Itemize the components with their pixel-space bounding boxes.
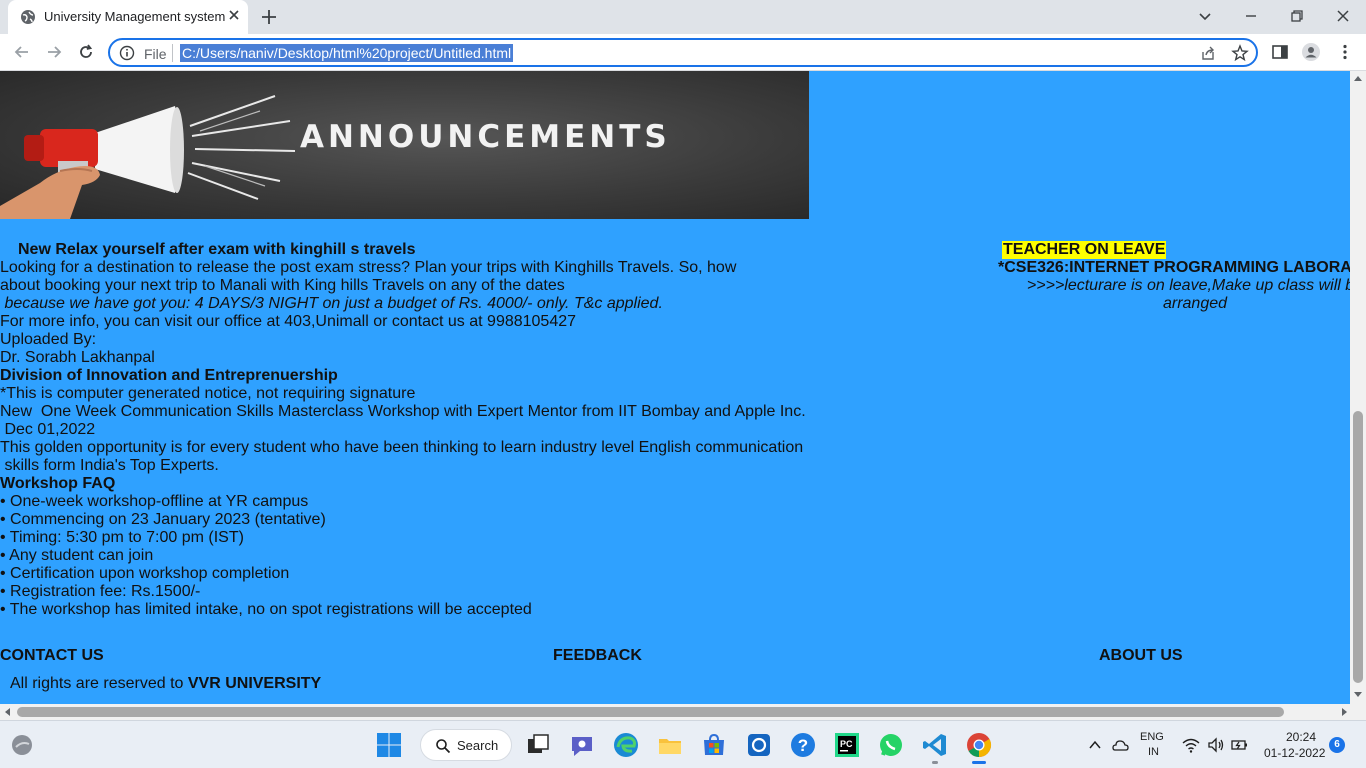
- notice-line: This golden opportunity is for every stu…: [0, 439, 804, 456]
- back-arrow-icon[interactable]: [12, 42, 32, 62]
- clock-date[interactable]: 01-12-2022: [1264, 746, 1325, 760]
- weather-widget-icon[interactable]: [8, 731, 36, 759]
- windows-start-icon[interactable]: [375, 731, 403, 759]
- feedback-link[interactable]: FEEDBACK: [553, 647, 642, 665]
- pycharm-icon[interactable]: PC: [833, 731, 861, 759]
- faq-item: • The workshop has limited intake, no on…: [0, 601, 532, 618]
- notice-line: *This is computer generated notice, not …: [0, 385, 416, 402]
- vscode-icon[interactable]: [921, 731, 949, 759]
- more-menu-icon[interactable]: [1335, 42, 1355, 62]
- bookmark-star-icon[interactable]: [1231, 44, 1249, 62]
- show-hidden-icons-chevron-icon[interactable]: [1088, 738, 1102, 752]
- browser-titlebar: University Management system: [0, 0, 1366, 34]
- language-indicator[interactable]: ENG: [1140, 731, 1164, 743]
- vertical-scrollbar[interactable]: [1350, 71, 1366, 704]
- faq-item: • Registration fee: Rs.1500/-: [0, 583, 201, 600]
- copyright-text: All rights are reserved to VVR UNIVERSIT…: [10, 675, 321, 693]
- url-scheme-label: File: [144, 46, 167, 62]
- notice-line: skills form India's Top Experts.: [0, 457, 219, 474]
- omnibox-divider: [172, 44, 173, 62]
- faq-item: • Certification upon workshop completion: [0, 565, 290, 582]
- onedrive-cloud-icon[interactable]: [1111, 738, 1129, 752]
- volume-icon[interactable]: [1207, 737, 1225, 753]
- notice-line: For more info, you can visit our office …: [0, 313, 577, 330]
- faq-item: • Timing: 5:30 pm to 7:00 pm (IST): [0, 529, 244, 546]
- vertical-scroll-thumb[interactable]: [1353, 411, 1363, 683]
- vscode-running-indicator: [932, 761, 938, 764]
- faq-item: • Commencing on 23 January 2023 (tentati…: [0, 511, 326, 528]
- svg-text:PC: PC: [840, 739, 853, 749]
- notice-line: about booking your next trip to Manali w…: [0, 277, 565, 294]
- task-view-icon[interactable]: [524, 731, 552, 759]
- minimize-icon[interactable]: [1241, 6, 1261, 26]
- contact-us-link[interactable]: CONTACT US: [0, 647, 104, 665]
- faq-heading: Workshop FAQ: [0, 475, 116, 492]
- globe-icon: [21, 10, 35, 24]
- faq-item: • One-week workshop-offline at YR campus: [0, 493, 309, 510]
- profile-avatar-icon[interactable]: [1301, 42, 1321, 62]
- travel-headline: New Relax yourself after exam with kingh…: [18, 241, 416, 258]
- about-us-link[interactable]: ABOUT US: [1099, 647, 1183, 665]
- restore-icon[interactable]: [1287, 6, 1307, 26]
- windows-taskbar: Search ? PC ENG IN 20:24 01-12-2022 6: [0, 720, 1366, 768]
- svg-text:?: ?: [798, 736, 808, 755]
- notice-line: Looking for a destination to release the…: [0, 259, 737, 276]
- scroll-left-arrow-icon[interactable]: [4, 708, 12, 716]
- faq-item: • Any student can join: [0, 547, 154, 564]
- close-tab-icon[interactable]: [226, 7, 242, 23]
- scroll-down-arrow-icon[interactable]: [1354, 690, 1362, 698]
- workshop-headline: New One Week Communication Skills Master…: [0, 403, 806, 420]
- battery-icon[interactable]: [1231, 738, 1249, 752]
- tab-title: University Management system: [44, 9, 226, 24]
- edge-browser-icon[interactable]: [612, 731, 640, 759]
- share-icon[interactable]: [1200, 45, 1216, 61]
- help-app-icon[interactable]: ?: [789, 731, 817, 759]
- wifi-icon[interactable]: [1182, 737, 1200, 753]
- banner-title: ANNOUNCEMENTS: [300, 119, 671, 155]
- chat-app-icon[interactable]: [568, 731, 596, 759]
- microsoft-store-icon[interactable]: [700, 731, 728, 759]
- browser-tab[interactable]: University Management system: [8, 0, 248, 34]
- horizontal-scrollbar[interactable]: [0, 704, 1366, 720]
- notice-line: because we have got you: 4 DAYS/3 NIGHT …: [0, 295, 663, 312]
- taskbar-search[interactable]: Search: [420, 729, 512, 761]
- chrome-active-indicator: [972, 761, 986, 764]
- copyright-prefix: All rights are reserved to: [10, 675, 188, 692]
- notice-line: Dr. Sorabh Lakhanpal: [0, 349, 155, 366]
- leave-course: *CSE326:INTERNET PROGRAMMING LABORA: [998, 259, 1350, 276]
- side-panel-icon[interactable]: [1270, 42, 1290, 62]
- close-window-icon[interactable]: [1333, 6, 1353, 26]
- reload-icon[interactable]: [76, 42, 96, 62]
- whatsapp-icon[interactable]: [877, 731, 905, 759]
- division-heading: Division of Innovation and Entreprenuers…: [0, 367, 338, 384]
- region-indicator: IN: [1148, 746, 1159, 758]
- chrome-browser-icon[interactable]: [965, 731, 993, 759]
- address-bar[interactable]: File C:/Users/naniv/Desktop/html%20proje…: [108, 38, 1258, 67]
- notice-line: Uploaded By:: [0, 331, 97, 348]
- university-name: VVR UNIVERSITY: [187, 675, 322, 692]
- camera-app-icon[interactable]: [745, 731, 773, 759]
- notification-badge[interactable]: 6: [1329, 737, 1345, 753]
- url-text[interactable]: C:/Users/naniv/Desktop/html%20project/Un…: [180, 44, 514, 62]
- scroll-right-arrow-icon[interactable]: [1340, 708, 1348, 716]
- file-explorer-icon[interactable]: [656, 731, 684, 759]
- search-label: Search: [457, 738, 499, 753]
- leave-message: >>>>lecturare is on leave,Make up class …: [1026, 277, 1350, 312]
- tab-search-chevron-icon[interactable]: [1195, 6, 1215, 26]
- horizontal-scroll-thumb[interactable]: [17, 707, 1284, 717]
- teacher-on-leave-title: TEACHER ON LEAVE: [1002, 241, 1167, 259]
- announcements-banner: ANNOUNCEMENTS: [0, 71, 809, 219]
- site-info-icon[interactable]: [119, 45, 135, 61]
- forward-arrow-icon[interactable]: [44, 42, 64, 62]
- page-content: ANNOUNCEMENTS New Relax yourself after e…: [0, 71, 1350, 704]
- clock-time[interactable]: 20:24: [1286, 730, 1316, 744]
- scroll-up-arrow-icon[interactable]: [1354, 75, 1362, 83]
- search-icon: [436, 739, 451, 754]
- new-tab-icon[interactable]: [259, 7, 279, 27]
- browser-toolbar: File C:/Users/naniv/Desktop/html%20proje…: [0, 34, 1366, 71]
- notice-date: Dec 01,2022: [0, 421, 96, 438]
